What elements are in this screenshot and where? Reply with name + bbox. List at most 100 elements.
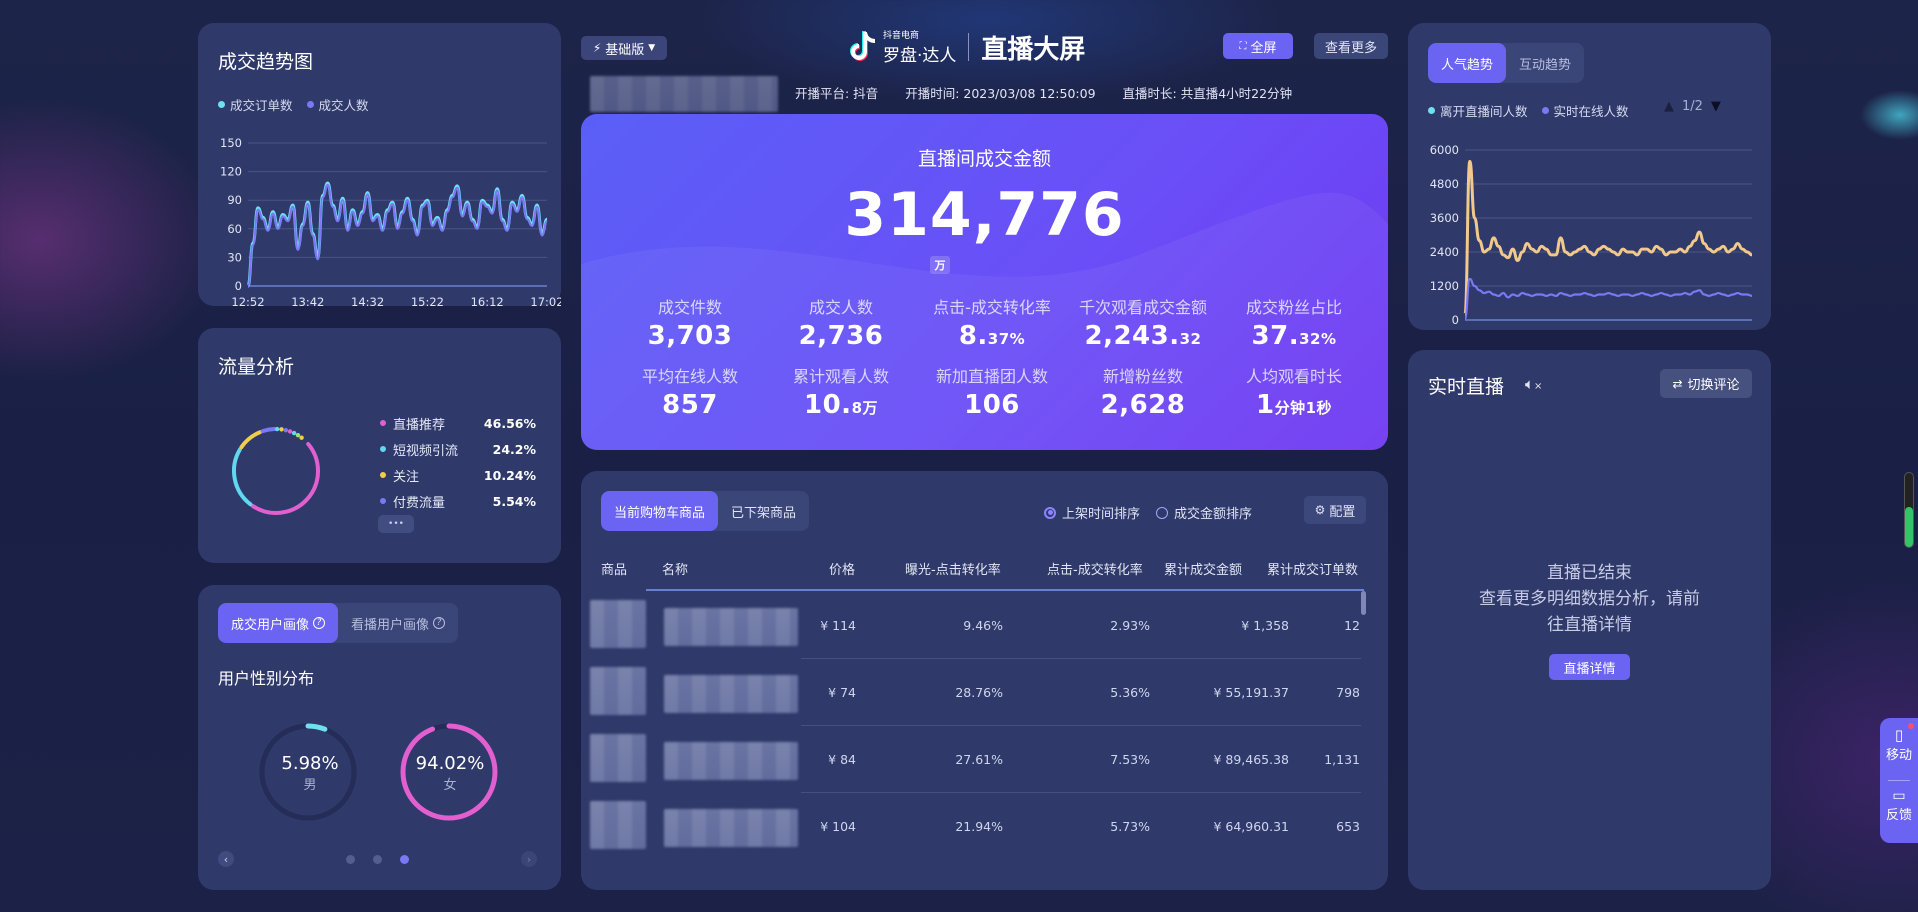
donut-segment[interactable] [239,430,262,450]
donut-segment[interactable] [250,442,320,515]
kpi-item: 千次观看成交金额 2,243.32 [1068,294,1218,351]
product-thumbnail[interactable] [590,667,646,715]
table-cell-orders: 653 [1336,819,1360,834]
gender-rings [259,723,498,821]
product-thumbnail[interactable] [590,734,646,782]
config-button[interactable]: ⚙ 配置 [1304,496,1366,524]
traffic-source-dot [380,446,386,452]
douyin-logo-icon [850,31,876,61]
kpi-value-main: 857 [662,390,718,420]
brand-logo: 抖音电商 罗盘·达人 直播大屏 [848,28,1085,66]
sort-by-listing-time[interactable]: 上架时间排序 [1044,503,1140,522]
kpi-value-main: 37. [1251,321,1300,351]
traffic-source-label: 关注 [393,469,420,485]
donut-dot [299,435,304,440]
kpi-label: 成交件数 [657,298,722,317]
live-ended-line3: 往直播详情 [1547,615,1632,635]
table-cell-cvr: 5.36% [1110,685,1150,700]
kpi-value: 106 [917,390,1067,420]
traffic-source-value: 5.54% [492,493,536,509]
x-tick-label: 15:22 [411,295,444,306]
kpi-value: 2,243.32 [1068,321,1218,351]
y-tick-label: 0 [235,279,242,293]
fullscreen-button[interactable]: ⛶ 全屏 [1223,33,1293,59]
live-stream-panel: 实时直播 🔈︎× ⇄ 切换评论 直播已结束 查看更多明细数据分析，请前 往直播详… [1408,350,1771,890]
product-thumbnail[interactable] [590,801,646,849]
traffic-source-label: 直播推荐 [393,417,446,433]
tab-buyer-profile[interactable]: 成交用户画像? [218,603,339,643]
traffic-more-button[interactable]: ••• [378,515,414,533]
live-start-time: 开播时间: 2023/03/08 12:50:09 [905,86,1096,101]
kpi-label: 成交粉丝占比 [1245,298,1342,317]
kpi-value-suffix: 37% [987,330,1026,348]
view-more-button[interactable]: 查看更多 [1314,33,1388,59]
prev-slide-button[interactable]: ‹ [218,851,234,867]
kpi-value-suffix: 分钟1秒 [1274,399,1333,417]
radio-checked-icon [1044,506,1056,519]
donut-dot [287,429,293,434]
carousel-dot[interactable] [373,855,382,864]
next-slide-button[interactable]: › [521,851,537,867]
help-icon[interactable]: ? [433,617,446,629]
kpi-value-main: 3,703 [647,321,733,351]
table-cell-orders: 1,131 [1324,752,1360,767]
x-tick-label: 17:02 [530,295,561,306]
carousel-dot-active[interactable] [400,855,409,864]
notification-dot [1908,723,1914,729]
kpi-item: 累计观看人数 10.8万 [766,363,916,420]
x-tick-label: 13:42 [1506,329,1539,330]
live-platform: 开播平台: 抖音 [795,86,879,101]
table-cell-cvr: 7.53% [1110,752,1150,767]
gmv-summary-card: 直播间成交金额 314,776 万 成交件数 3,703 成交人数 2,736 点击-成… [581,114,1388,450]
gear-icon: ⚙ [1314,503,1326,517]
traffic-source-item[interactable]: 短视频引流 24.2% [380,436,536,462]
kpi-value: 2,736 [766,321,916,351]
traffic-source-item[interactable]: 付费流量 5.54% [380,488,536,514]
kpi-label: 点击-成交转化率 [933,298,1051,317]
traffic-source-item[interactable]: 直播推荐 46.56% [380,410,536,436]
kpi-value-suffix: 32% [1299,330,1337,348]
tab-viewer-profile[interactable]: 看播用户画像? [338,603,458,643]
traffic-title: 流量分析 [218,356,295,378]
y-tick-label: 30 [227,250,242,264]
kpi-label: 千次观看成交金额 [1078,298,1207,317]
kpi-value-main: 106 [964,390,1020,420]
kpi-value: 8.37% [917,321,1067,351]
x-tick-label: 16:12 [1678,329,1711,330]
donut-segment[interactable] [260,427,277,434]
kpi-label: 成交人数 [808,298,873,317]
live-ended-line2: 查看更多明细数据分析，请前 [1479,589,1700,609]
donut-segment[interactable] [232,447,253,507]
kpi-label: 人均观看时长 [1245,367,1342,386]
kpi-value-main: 2,628 [1100,390,1186,420]
traffic-source-dot [380,498,386,504]
tab-current-products[interactable]: 当前购物车商品 [601,491,719,531]
x-tick-label: 12:52 [231,295,264,306]
speaker-muted-icon[interactable]: 🔈︎× [1525,375,1542,393]
feedback-button[interactable]: ▭ 反馈 [1880,788,1918,823]
trade-trend-chart: 0 30 60 90 120 150 12:52 13:42 14:32 15:22 16:12 17… [220,136,561,306]
table-column-header: 曝光-点击转化率 [905,563,1001,578]
traffic-source-item[interactable]: 关注 10.24% [380,462,536,488]
kpi-item: 成交件数 3,703 [615,294,765,351]
sort-by-gmv[interactable]: 成交金额排序 [1156,503,1252,522]
switch-comments-button[interactable]: ⇄ 切换评论 [1660,369,1752,398]
live-meta: 开播平台: 抖音 开播时间: 2023/03/08 12:50:09 直播时长:… [795,83,1292,102]
mobile-button[interactable]: ▯ 移动 [1880,726,1918,763]
product-thumbnail[interactable] [590,600,646,648]
live-detail-button[interactable]: 直播详情 [1549,654,1630,680]
kpi-label: 平均在线人数 [641,367,738,386]
table-cell-price: ¥ 74 [828,685,856,700]
help-icon[interactable]: ? [313,617,326,629]
carousel-dot[interactable] [346,855,355,864]
x-tick-label: 13:42 [291,295,324,306]
tab-removed-products[interactable]: 已下架商品 [718,491,809,531]
kpi-label: 累计观看人数 [792,367,889,386]
version-dropdown[interactable]: ⚡ 基础版 ▼ [581,36,667,60]
kpi-item: 新加直播团人数 106 [917,363,1067,420]
kpi-item: 人均观看时长 1分钟1秒 [1219,363,1369,420]
gmv-amount: 314,776 [844,180,1125,250]
side-progress-bar [1904,472,1914,548]
male-stat: 5.98% 男 [260,753,360,793]
donut-dot [279,427,284,432]
